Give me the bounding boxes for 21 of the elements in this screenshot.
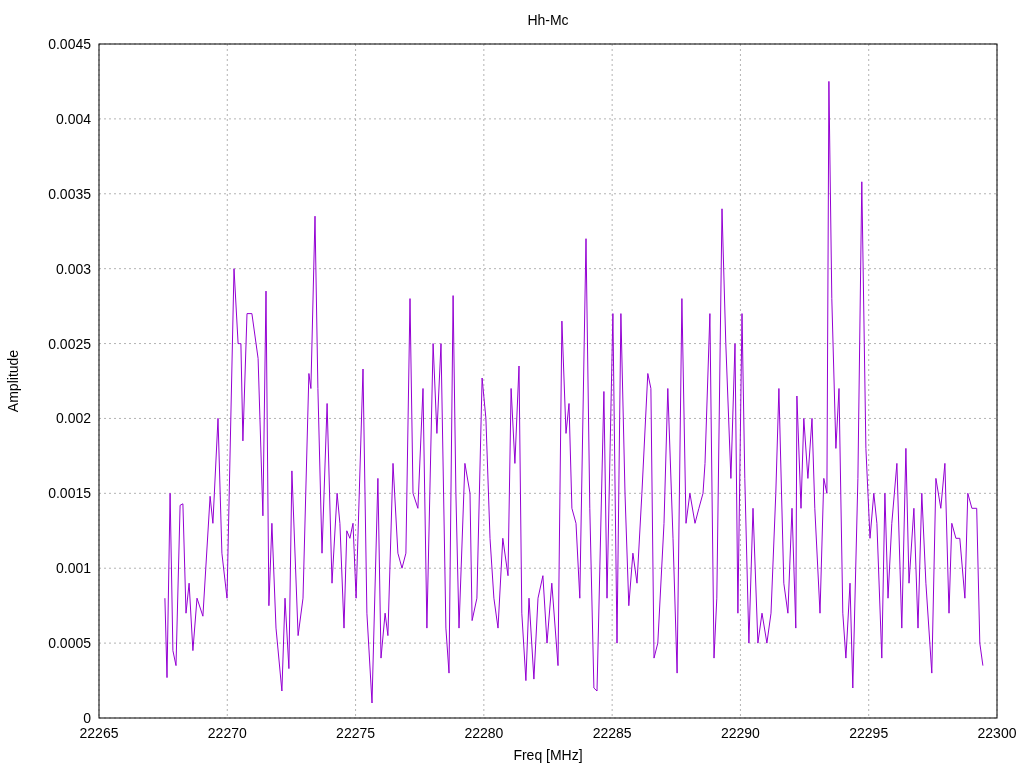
y-axis-label: Amplitude (5, 349, 21, 413)
y-tick-label: 0.001 (55, 560, 91, 577)
x-tick-label: 22300 (977, 725, 1017, 741)
x-tick-label: 22285 (592, 725, 632, 741)
y-tick-label: 0.002 (55, 410, 91, 427)
y-tick-label: 0.0015 (48, 485, 91, 502)
x-tick-label: 22265 (79, 725, 119, 741)
x-tick-label: 22270 (207, 725, 247, 741)
y-tick-label: 0.0025 (48, 335, 91, 352)
y-tick-label: 0.003 (55, 260, 91, 277)
x-tick-label: 22290 (720, 725, 760, 741)
chart-title: Hh-Mc (527, 12, 569, 28)
y-tick-label: 0.0035 (48, 185, 91, 202)
y-tick-label: 0.0045 (48, 36, 91, 52)
y-tick-label: 0.004 (55, 110, 91, 127)
y-tick-label: 0 (83, 710, 91, 726)
x-tick-label: 22295 (849, 725, 889, 741)
x-tick-label: 22275 (336, 725, 376, 741)
x-axis-label: Freq [MHz] (513, 747, 583, 763)
x-tick-label: 22280 (464, 725, 504, 741)
y-tick-label: 0.0005 (48, 635, 91, 652)
